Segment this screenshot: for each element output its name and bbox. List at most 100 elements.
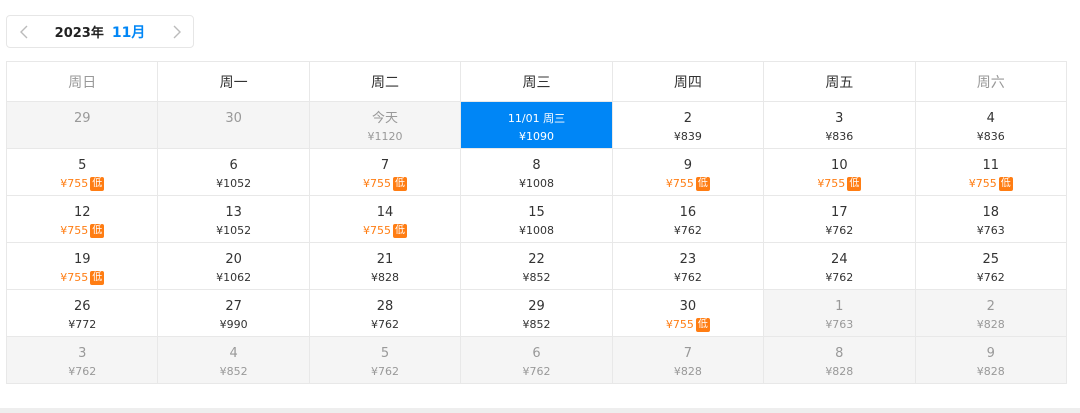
calendar-day-cell[interactable]: 29 ¥852 — [460, 289, 613, 337]
day-price-low: ¥755 低 — [310, 223, 460, 238]
calendar-day-cell[interactable]: 10 ¥755 低 — [763, 148, 916, 196]
price-wrapper: ¥852 — [522, 317, 550, 332]
price-value: ¥762 — [522, 365, 551, 378]
price-wrapper: ¥828 — [825, 364, 853, 379]
day-price-low: ¥755 低 — [7, 223, 157, 238]
price-value: ¥836 — [825, 130, 854, 143]
price-wrapper: ¥852 — [220, 364, 248, 379]
day-price: ¥762 — [764, 223, 914, 238]
price-value: ¥755 — [665, 177, 694, 190]
low-price-badge: 低 — [90, 223, 105, 238]
calendar-day-cell[interactable]: 19 ¥755 低 — [5, 242, 159, 290]
day-number: 3 — [78, 346, 87, 361]
calendar-day-cell: 今天 ¥1120 — [308, 101, 462, 149]
calendar-day-cell[interactable]: 23 ¥762 — [611, 242, 765, 290]
day-number: 1 — [835, 299, 844, 314]
price-value: ¥828 — [976, 318, 1005, 331]
calendar-day-cell[interactable]: 21 ¥828 — [308, 242, 462, 290]
day-number: 11/01 周三 — [507, 112, 566, 125]
price-wrapper: ¥755 低 — [666, 317, 710, 332]
price-value: ¥762 — [976, 271, 1005, 284]
low-price-badge: 低 — [90, 176, 105, 191]
day-price: ¥1008 — [461, 176, 611, 191]
calendar-day-cell[interactable]: 8 ¥1008 — [460, 148, 613, 196]
calendar-day-cell[interactable]: 18 ¥763 — [914, 195, 1068, 243]
price-wrapper: ¥755 低 — [60, 176, 105, 191]
calendar-day-cell[interactable]: 2 ¥839 — [611, 101, 765, 149]
day-price: ¥852 — [461, 317, 611, 332]
day-number: 15 — [528, 205, 545, 220]
low-price-badge: 低 — [393, 223, 408, 238]
price-wrapper: ¥762 — [674, 223, 702, 238]
price-value: ¥990 — [219, 318, 248, 331]
calendar-day-cell[interactable]: 15 ¥1008 — [460, 195, 613, 243]
price-value: ¥828 — [976, 365, 1005, 378]
calendar-day-cell[interactable]: 26 ¥772 — [5, 289, 159, 337]
calendar-day-cell[interactable]: 17 ¥762 — [763, 195, 916, 243]
price-value: ¥1008 — [518, 224, 554, 237]
calendar-day-cell: 8 ¥828 — [763, 336, 916, 384]
price-wrapper: ¥762 — [371, 317, 399, 332]
calendar-day-cell[interactable]: 6 ¥1052 — [157, 148, 310, 196]
price-value: ¥755 — [665, 318, 694, 331]
day-number: 24 — [831, 252, 848, 267]
calendar-day-cell[interactable]: 24 ¥762 — [763, 242, 916, 290]
day-price: ¥990 — [158, 317, 308, 332]
price-wrapper: ¥1120 — [368, 129, 403, 144]
price-wrapper: ¥1008 — [519, 223, 554, 238]
price-value: ¥1120 — [367, 130, 403, 143]
day-price-low: ¥755 低 — [7, 176, 157, 191]
calendar-day-cell[interactable]: 9 ¥755 低 — [611, 148, 765, 196]
price-wrapper: ¥839 — [674, 129, 702, 144]
day-price-low: ¥755 低 — [7, 270, 157, 285]
day-price: ¥762 — [916, 270, 1066, 285]
calendar-week-row: 5 ¥755 低 6 ¥1052 7 ¥755 低 8 ¥1008 9 ¥755 低 10 ¥755 低 11 ¥… — [5, 148, 1068, 196]
day-number: 2 — [683, 111, 693, 126]
day-number: 3 — [835, 111, 844, 126]
day-price: ¥763 — [916, 223, 1066, 238]
price-wrapper: ¥762 — [68, 364, 96, 379]
calendar-day-cell[interactable]: 13 ¥1052 — [157, 195, 310, 243]
day-price: ¥762 — [613, 270, 763, 285]
day-price-low: ¥755 低 — [613, 176, 763, 191]
calendar-day-cell[interactable]: 5 ¥755 低 — [5, 148, 159, 196]
price-value: ¥762 — [825, 224, 854, 237]
calendar-day-cell[interactable]: 27 ¥990 — [157, 289, 310, 337]
calendar-day-cell[interactable]: 28 ¥762 — [308, 289, 462, 337]
day-number: 19 — [73, 252, 91, 267]
price-value: ¥828 — [371, 271, 400, 284]
calendar-day-cell[interactable]: 11 ¥755 低 — [914, 148, 1068, 196]
calendar-day-cell[interactable]: 22 ¥852 — [460, 242, 613, 290]
price-wrapper: ¥852 — [522, 270, 550, 285]
calendar-day-cell[interactable]: 7 ¥755 低 — [308, 148, 462, 196]
price-wrapper: ¥1052 — [216, 176, 251, 191]
day-price: ¥828 — [310, 270, 460, 285]
calendar-day-cell[interactable]: 30 ¥755 低 — [611, 289, 765, 337]
calendar-day-cell[interactable]: 14 ¥755 低 — [308, 195, 462, 243]
calendar-day-cell[interactable]: 11/01 周三 ¥1090 — [460, 101, 613, 149]
current-month-label: 2023年 11月 — [41, 16, 159, 47]
day-price: ¥762 — [310, 317, 460, 332]
calendar-day-cell[interactable]: 16 ¥762 — [611, 195, 765, 243]
price-value: ¥1062 — [216, 271, 252, 284]
price-value: ¥828 — [825, 365, 854, 378]
weekday-tuesday: 周二 — [308, 61, 462, 102]
bottom-divider — [0, 408, 1080, 413]
next-month-button[interactable] — [159, 16, 193, 47]
day-price-low: ¥755 低 — [613, 317, 763, 332]
weekday-friday: 周五 — [763, 61, 916, 102]
day-number: 8 — [532, 158, 541, 173]
calendar-day-cell[interactable]: 12 ¥755 低 — [5, 195, 159, 243]
price-wrapper: ¥762 — [977, 270, 1005, 285]
calendar-day-cell[interactable]: 3 ¥836 — [763, 101, 916, 149]
prev-month-button[interactable] — [7, 16, 41, 47]
price-value: ¥755 — [363, 177, 392, 190]
calendar-week-row: 26 ¥772 27 ¥990 28 ¥762 29 ¥852 30 ¥755 低 1 ¥763 2 ¥82… — [5, 289, 1068, 337]
calendar-day-cell[interactable]: 4 ¥836 — [914, 101, 1068, 149]
day-number: 2 — [986, 299, 995, 314]
calendar-day-cell: 1 ¥763 — [763, 289, 916, 337]
calendar-day-cell: 9 ¥828 — [914, 336, 1068, 384]
price-value: ¥1052 — [216, 224, 252, 237]
calendar-day-cell[interactable]: 20 ¥1062 — [157, 242, 310, 290]
calendar-day-cell[interactable]: 25 ¥762 — [914, 242, 1068, 290]
